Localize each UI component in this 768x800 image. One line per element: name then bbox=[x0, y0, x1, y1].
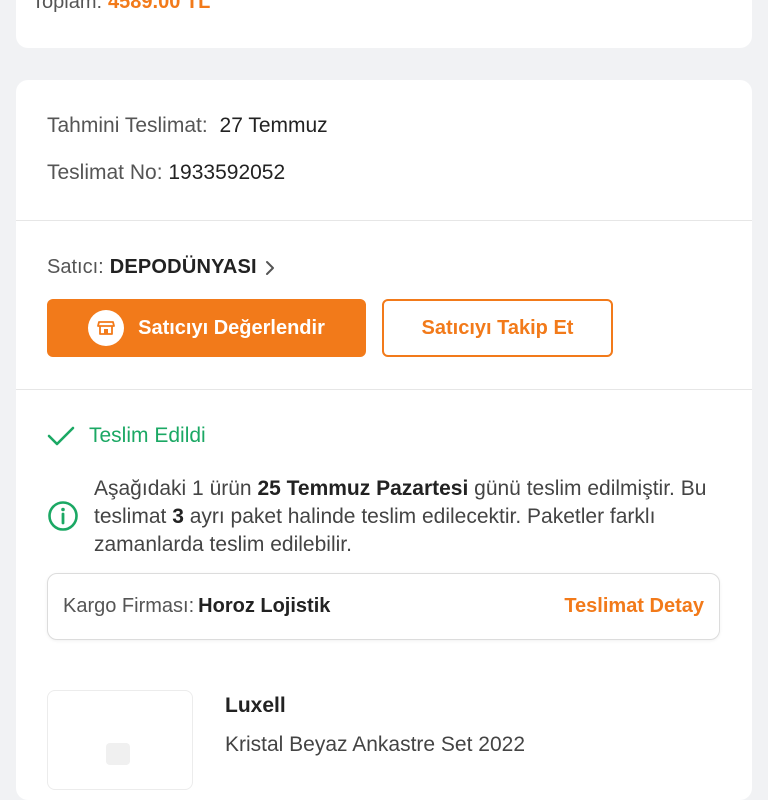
product-name[interactable]: Kristal Beyaz Ankastre Set 2022 bbox=[225, 733, 525, 757]
divider bbox=[16, 220, 752, 221]
product-image-placeholder bbox=[106, 743, 130, 765]
delivery-status: Teslim Edildi bbox=[47, 424, 206, 448]
delivery-number-label: Teslimat No: bbox=[47, 161, 163, 184]
rate-seller-label: Satıcıyı Değerlendir bbox=[138, 316, 325, 339]
divider bbox=[16, 389, 752, 390]
check-icon bbox=[47, 426, 75, 446]
follow-seller-label: Satıcıyı Takip Et bbox=[421, 316, 574, 339]
cargo-company: Kargo Firması: Horoz Lojistik bbox=[63, 595, 330, 618]
total-amount: 4589.00 TL bbox=[108, 0, 211, 13]
delivery-number: Teslimat No: 1933592052 bbox=[47, 161, 285, 185]
rate-seller-button[interactable]: Satıcıyı Değerlendir bbox=[47, 299, 366, 357]
store-icon bbox=[88, 310, 125, 346]
delivery-info-message: Aşağıdaki 1 ürün 25 Temmuz Pazartesi gün… bbox=[94, 475, 734, 559]
seller-label: Satıcı: bbox=[47, 256, 104, 278]
estimated-delivery-label: Tahmini Teslimat: bbox=[47, 114, 208, 137]
info-package-count: 3 bbox=[172, 505, 184, 528]
order-total: Toplam: 4589.00 TL bbox=[32, 0, 210, 14]
info-icon bbox=[48, 501, 78, 531]
seller-link[interactable]: Satıcı: DEPODÜNYASI bbox=[47, 256, 275, 279]
info-text-part: Aşağıdaki 1 ürün bbox=[94, 477, 258, 500]
cargo-label: Kargo Firması: bbox=[63, 595, 195, 617]
product-image[interactable] bbox=[47, 690, 193, 790]
delivery-detail-link[interactable]: Teslimat Detay bbox=[564, 595, 704, 618]
cargo-info-box: Kargo Firması: Horoz Lojistik Teslimat De… bbox=[47, 573, 720, 640]
estimated-delivery: Tahmini Teslimat: 27 Temmuz bbox=[47, 114, 328, 138]
follow-seller-button[interactable]: Satıcıyı Takip Et bbox=[382, 299, 613, 357]
chevron-right-icon bbox=[265, 260, 274, 275]
product-brand[interactable]: Luxell bbox=[225, 694, 286, 718]
delivery-number-value: 1933592052 bbox=[168, 161, 286, 184]
info-date: 25 Temmuz Pazartesi bbox=[257, 477, 469, 500]
cargo-value: Horoz Lojistik bbox=[198, 595, 331, 617]
seller-name: DEPODÜNYASI bbox=[109, 256, 257, 278]
total-label: Toplam: bbox=[32, 0, 103, 13]
estimated-delivery-value: 27 Temmuz bbox=[219, 114, 328, 137]
delivery-status-text: Teslim Edildi bbox=[89, 424, 206, 447]
